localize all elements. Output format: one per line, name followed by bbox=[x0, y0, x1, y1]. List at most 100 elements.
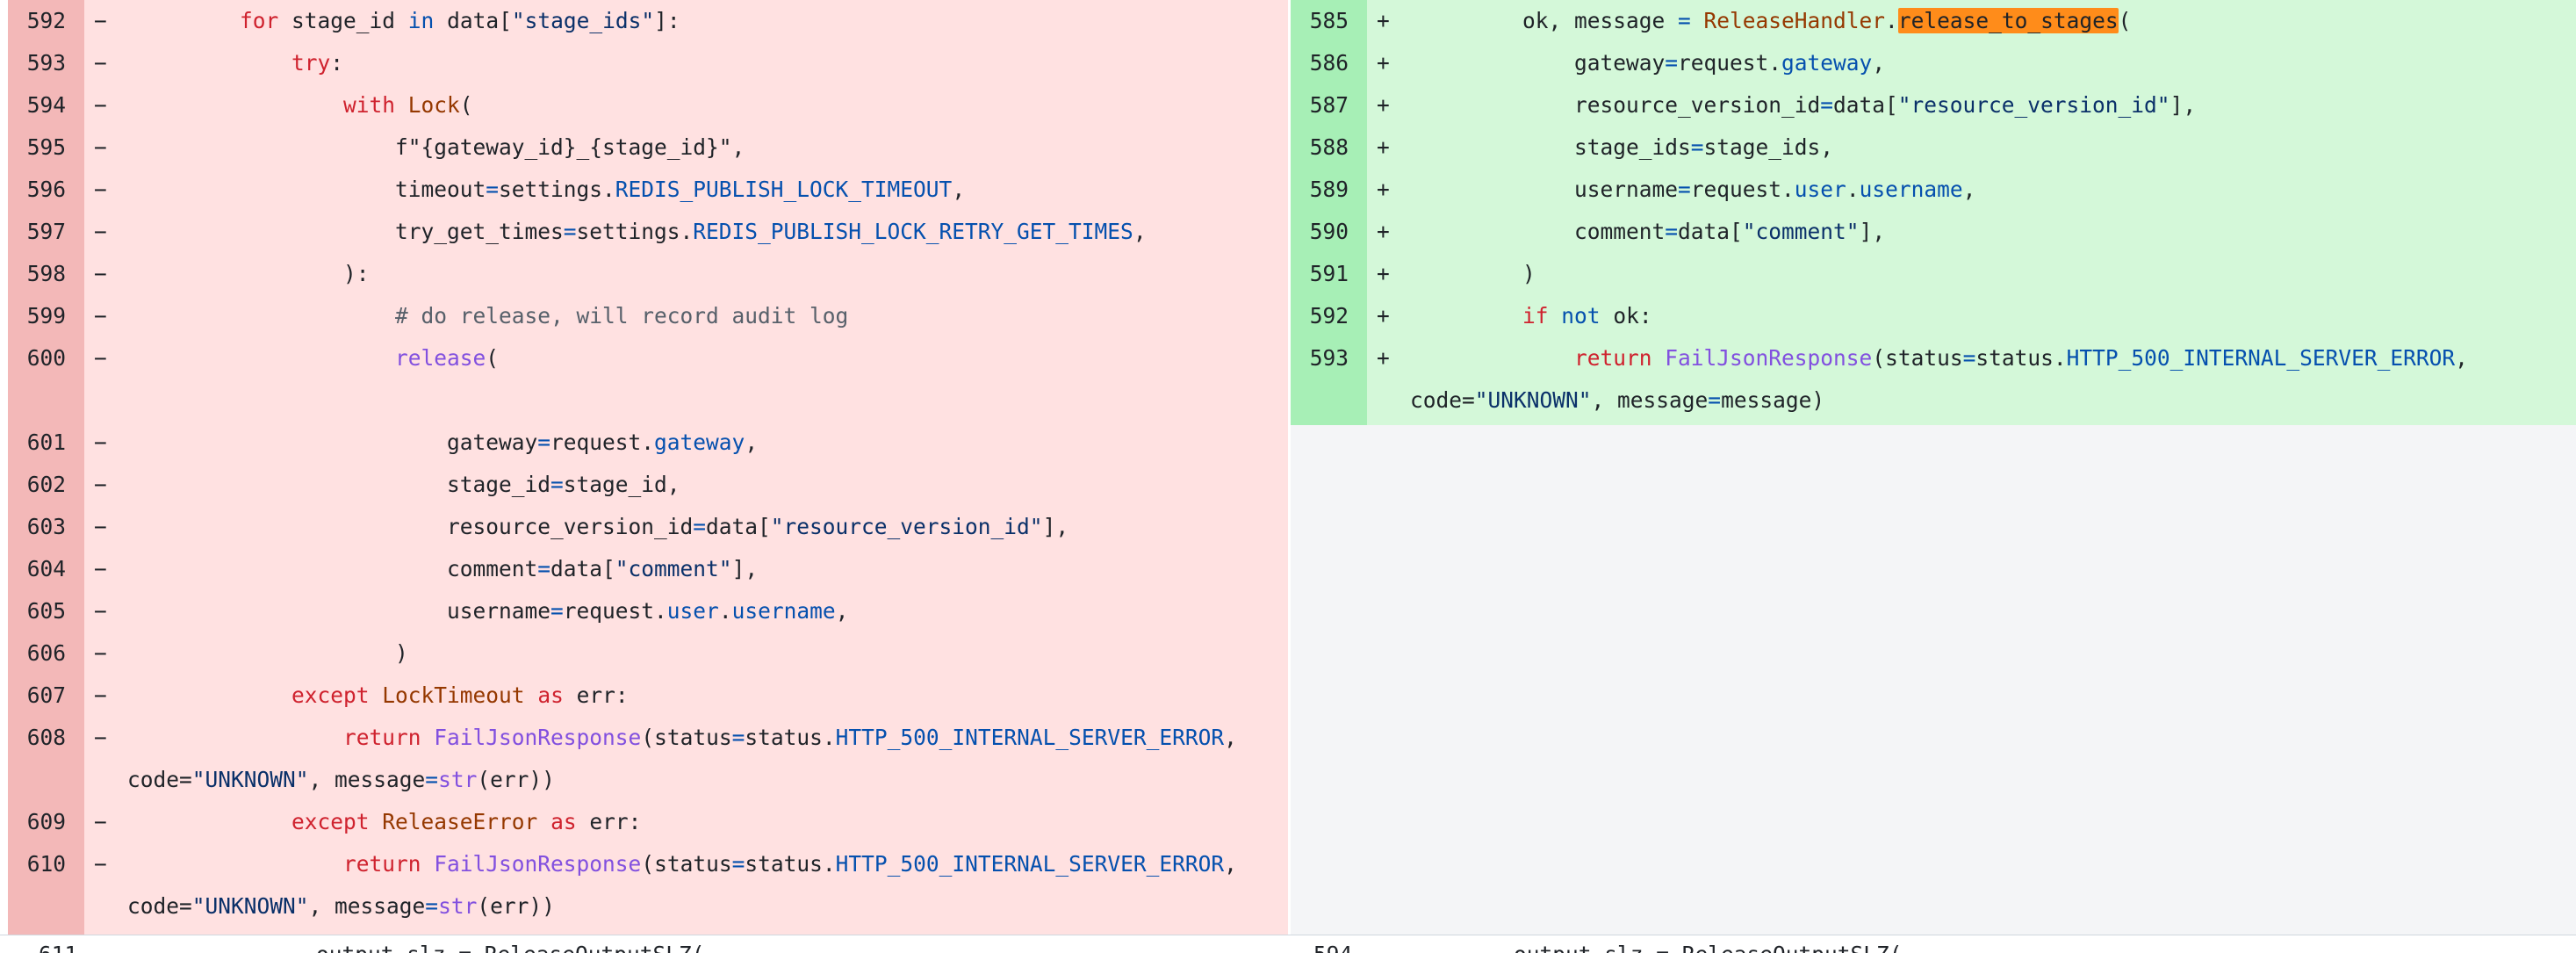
code-token: , message bbox=[308, 767, 426, 792]
left-next-line-number: 611 bbox=[39, 937, 77, 953]
line-number: 585 bbox=[1309, 8, 1349, 33]
code-token: stage_id bbox=[136, 472, 551, 497]
code-line: return FailJsonResponse(status=status.HT… bbox=[136, 843, 1237, 885]
code-token: err: bbox=[563, 682, 629, 708]
code-line: resource_version_id=data["resource_versi… bbox=[1419, 84, 2196, 126]
line-number: 588 bbox=[1309, 134, 1349, 160]
code-token: ): bbox=[136, 261, 370, 286]
left-diff-row: 593 − try: bbox=[8, 42, 1288, 84]
removed-sign: − bbox=[94, 92, 107, 118]
code-token: , bbox=[2455, 345, 2468, 371]
right-next-code: output_slz = ReleaseOutputSLZ( bbox=[1410, 937, 1903, 953]
left-diff-row: code="UNKNOWN", message=str(err)) bbox=[8, 885, 1288, 928]
code-line: gateway=request.gateway, bbox=[1419, 42, 1885, 84]
line-number: 599 bbox=[26, 303, 66, 328]
code-token: , bbox=[1872, 50, 1886, 76]
code-token: ReleaseError bbox=[369, 809, 538, 834]
code-line: return FailJsonResponse(status=status.HT… bbox=[1419, 337, 2468, 379]
code-token: HTTP_500_INTERNAL_SERVER_ERROR bbox=[835, 851, 1225, 877]
code-token: # do release, will record audit log bbox=[136, 303, 849, 328]
removed-sign: − bbox=[94, 640, 107, 666]
code-line: try: bbox=[136, 42, 343, 84]
code-token: status. bbox=[745, 725, 836, 750]
wrapped-code-line: code="UNKNOWN", message=message) bbox=[1410, 379, 1824, 422]
code-token: . bbox=[1846, 177, 1860, 202]
code-token: message) bbox=[1721, 387, 1825, 413]
line-number: 593 bbox=[26, 50, 66, 76]
search-highlight: release_to_stages bbox=[1897, 8, 2119, 33]
code-token: resource_version_id bbox=[1419, 92, 1821, 118]
removed-sign: − bbox=[94, 430, 107, 455]
removed-sign: − bbox=[94, 725, 107, 750]
code-token: , message bbox=[308, 893, 426, 919]
code-token: (err)) bbox=[477, 893, 555, 919]
code-token: = bbox=[1665, 219, 1679, 244]
added-sign: + bbox=[1377, 8, 1390, 33]
line-number: 610 bbox=[26, 851, 66, 877]
right-diff-row: 587 + resource_version_id=data["resource_… bbox=[1291, 84, 2576, 126]
line-number: 592 bbox=[26, 8, 66, 33]
code-token: ReleaseHandler bbox=[1690, 8, 1886, 33]
code-token: , bbox=[952, 177, 966, 202]
code-token: username bbox=[731, 598, 836, 624]
code-token: = bbox=[537, 430, 551, 455]
left-diff-row: 601− gateway=request.gateway, bbox=[8, 422, 1288, 464]
left-diff-row: 605− username=request.user.username, bbox=[8, 590, 1288, 632]
removed-sign: − bbox=[94, 598, 107, 624]
code-token: = bbox=[1820, 92, 1834, 118]
code-token: try bbox=[291, 50, 331, 76]
line-number: 609 bbox=[26, 809, 66, 834]
left-diff-row: 604 − comment=data["comment"], bbox=[8, 548, 1288, 590]
code-line: username=request.user.username, bbox=[136, 590, 848, 632]
line-number: 590 bbox=[1309, 219, 1349, 244]
code-token: except bbox=[291, 682, 370, 708]
right-diff-row: 592 + if not ok: bbox=[1291, 295, 2576, 337]
code-token: ok: bbox=[1600, 303, 1652, 328]
removed-sign: − bbox=[94, 8, 107, 33]
removed-sign: − bbox=[94, 472, 107, 497]
line-number: 593 bbox=[1309, 345, 1349, 371]
line-number: 602 bbox=[26, 472, 66, 497]
line-number: 603 bbox=[26, 514, 66, 539]
right-next-line-number: 594 bbox=[1313, 937, 1352, 953]
removed-sign: − bbox=[94, 556, 107, 581]
code-token: code= bbox=[1410, 387, 1475, 413]
removed-sign: − bbox=[94, 851, 107, 877]
line-number: 586 bbox=[1309, 50, 1349, 76]
line-number: 594 bbox=[26, 92, 66, 118]
code-line: ): bbox=[136, 253, 370, 295]
line-number: 600 bbox=[26, 345, 66, 371]
code-token: FailJsonResponse bbox=[434, 725, 642, 750]
right-diff-row: code="UNKNOWN", message=message) bbox=[1291, 379, 2576, 422]
right-diff-row: 586 + gateway=request.gateway, bbox=[1291, 42, 2576, 84]
code-token: (err)) bbox=[477, 767, 555, 792]
code-token: = bbox=[1708, 387, 1722, 413]
code-token: "stage_ids" bbox=[511, 8, 655, 33]
code-token: = bbox=[550, 472, 564, 497]
code-token: str bbox=[438, 893, 478, 919]
right-diff-row: 588 + stage_ids=stage_ids, bbox=[1291, 126, 2576, 169]
code-token: "comment" bbox=[615, 556, 732, 581]
added-sign: + bbox=[1377, 177, 1390, 202]
line-number: 596 bbox=[26, 177, 66, 202]
code-token: = bbox=[731, 851, 745, 877]
code-line: comment=data["comment"], bbox=[1419, 211, 1885, 253]
code-token: , bbox=[1962, 177, 1976, 202]
code-line: return FailJsonResponse(status=status.HT… bbox=[136, 717, 1237, 759]
left-next-code: output_slz = ReleaseOutputSLZ( bbox=[212, 937, 705, 953]
left-diff-row: 600 − release( bbox=[8, 337, 1288, 379]
code-token: "comment" bbox=[1742, 219, 1860, 244]
code-token: , bbox=[1224, 725, 1237, 750]
code-token: "UNKNOWN" bbox=[191, 767, 309, 792]
code-token: as bbox=[537, 682, 564, 708]
left-diff-row: code="UNKNOWN", message=str(err)) bbox=[8, 759, 1288, 801]
code-line: timeout=settings.REDIS_PUBLISH_LOCK_TIME… bbox=[136, 169, 965, 211]
removed-sign: − bbox=[94, 177, 107, 202]
code-token: comment bbox=[136, 556, 538, 581]
code-token: data[ bbox=[1833, 92, 1898, 118]
